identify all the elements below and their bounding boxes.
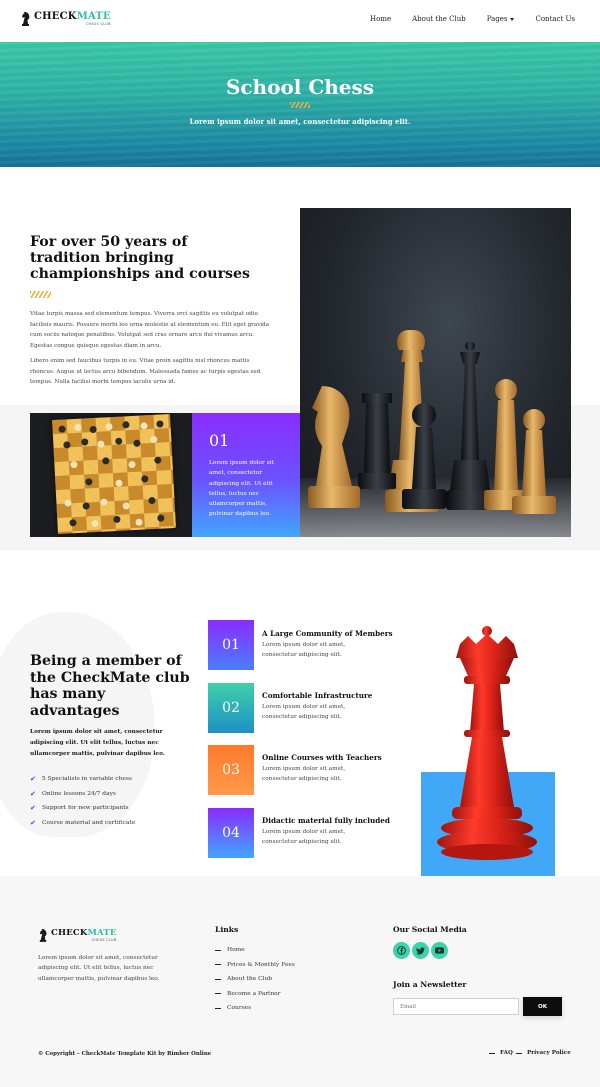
footer-logo-title-main: CHECK bbox=[51, 928, 88, 938]
feature-title: Didactic material fully included bbox=[262, 816, 390, 825]
tradition-paragraph-2: Libero enim sed faucibus turpis in eu. V… bbox=[30, 358, 261, 385]
check-icon: ✔ bbox=[30, 804, 36, 813]
checklist-item: ✔ Course material and certificate bbox=[30, 816, 135, 831]
chess-pieces-illustration bbox=[300, 330, 571, 537]
checklist-item-label: Online lessons 24/7 days bbox=[42, 790, 116, 797]
chessboard bbox=[52, 413, 176, 535]
nav-pages-label: Pages bbox=[486, 15, 508, 23]
chessboard-image bbox=[30, 413, 192, 537]
nav-pages[interactable]: Pages bbox=[487, 15, 515, 23]
feature-text: Lorem ipsum dolor sit amet, consectetur … bbox=[262, 766, 346, 783]
footer-link-faq[interactable]: FAQ bbox=[489, 1050, 513, 1056]
footer-links: Home Prices & Monthly Fees About the Clu… bbox=[215, 943, 295, 1016]
feature-text: Lorem ipsum dolor sit amet, consectetur … bbox=[262, 642, 346, 659]
knight-logo-icon bbox=[22, 11, 30, 26]
logo-title-main: CHECK bbox=[34, 10, 77, 22]
twitter-icon[interactable] bbox=[412, 942, 429, 959]
tradition-decoration-stripes bbox=[30, 291, 51, 298]
footer-links-heading: Links bbox=[215, 925, 239, 934]
check-icon: ✔ bbox=[30, 775, 36, 784]
footer-link-home[interactable]: Home bbox=[215, 943, 295, 958]
advantages-checklist: ✔ 5 Specialists in variable chess ✔ Online… bbox=[30, 772, 135, 830]
tradition-paragraph-1: Vitae turpis massa sed elementum tempus.… bbox=[30, 311, 270, 349]
footer-link-about[interactable]: About the Club bbox=[215, 972, 295, 987]
tradition-title: For over 50 years of tradition bringing … bbox=[30, 234, 251, 282]
feature-number-box: 03 bbox=[208, 745, 254, 795]
feature-text: Lorem ipsum dolor sit amet, consectetur … bbox=[262, 704, 346, 721]
footer-logo-title-accent: MATE bbox=[87, 928, 117, 938]
youtube-icon[interactable] bbox=[431, 942, 448, 959]
highlight-card-number: 01 bbox=[209, 431, 230, 450]
feature-number-box: 04 bbox=[208, 808, 254, 858]
footer-link-partner[interactable]: Become a Partner bbox=[215, 987, 295, 1002]
checklist-item-label: Support for new participants bbox=[42, 805, 129, 812]
nav-about-the-club[interactable]: About the Club bbox=[412, 15, 466, 23]
checklist-item: ✔ 5 Specialists in variable chess bbox=[30, 772, 135, 787]
checklist-item-label: 5 Specialists in variable chess bbox=[42, 776, 132, 783]
footer-about-text: Lorem ipsum dolor sit amet, consectetur … bbox=[38, 955, 160, 982]
feature-title: Online Courses with Teachers bbox=[262, 753, 382, 762]
check-icon: ✔ bbox=[30, 818, 36, 827]
site-header: CHECKMATE CHESS CLUB Home About the Club… bbox=[0, 0, 600, 42]
feature-title: Comfortable Infrastructure bbox=[262, 691, 373, 700]
footer-link-courses[interactable]: Courses bbox=[215, 1001, 295, 1016]
chess-pieces-image bbox=[300, 208, 571, 537]
footer-link-privacy[interactable]: Privacy Police bbox=[516, 1050, 571, 1056]
site-logo[interactable]: CHECKMATE CHESS CLUB bbox=[20, 11, 111, 27]
feature-number-box: 02 bbox=[208, 683, 254, 733]
hero-subtitle: Lorem ipsum dolor sit amet, consectetur … bbox=[189, 117, 411, 126]
checklist-item: ✔ Support for new participants bbox=[30, 801, 135, 816]
checklist-item: ✔ Online lessons 24/7 days bbox=[30, 787, 135, 802]
footer-link-prices[interactable]: Prices & Monthly Fees bbox=[215, 958, 295, 973]
facebook-icon[interactable] bbox=[393, 942, 410, 959]
nav-home[interactable]: Home bbox=[370, 15, 391, 23]
hero-banner: School Chess Lorem ipsum dolor sit amet,… bbox=[0, 42, 600, 167]
hero-decoration-stripes bbox=[290, 102, 310, 108]
hero-title: School Chess bbox=[225, 75, 375, 99]
main-nav: Home About the Club Pages Contact Us bbox=[349, 15, 575, 23]
nav-contact-us[interactable]: Contact Us bbox=[535, 15, 575, 23]
check-icon: ✔ bbox=[30, 789, 36, 798]
footer-social-heading: Our Social Media bbox=[393, 925, 467, 934]
advantages-title: Being a member of the CheckMate club has… bbox=[30, 653, 190, 719]
logo-title-accent: MATE bbox=[76, 10, 111, 22]
footer-logo-subtitle: CHESS CLUB bbox=[91, 937, 117, 942]
feature-number-box: 01 bbox=[208, 620, 254, 670]
newsletter-heading: Join a Newsletter bbox=[393, 980, 467, 989]
newsletter-email-input[interactable] bbox=[393, 998, 519, 1015]
advantages-lead: Lorem ipsum dolor sit amet, consectetur … bbox=[30, 729, 165, 757]
knight-logo-icon bbox=[39, 929, 47, 942]
chevron-down-icon bbox=[510, 17, 515, 21]
highlight-card-text: Lorem ipsum dolor sit amet, consectetur … bbox=[209, 460, 274, 518]
feature-text: Lorem ipsum dolor sit amet, consectetur … bbox=[262, 829, 346, 846]
feature-title: A Large Community of Members bbox=[262, 629, 393, 638]
newsletter-submit-button[interactable]: OK bbox=[523, 997, 562, 1016]
logo-subtitle: CHESS CLUB bbox=[85, 21, 111, 26]
footer-logo[interactable]: CHECKMATE CHESS CLUB bbox=[38, 928, 117, 943]
red-queen-image bbox=[437, 626, 537, 860]
checklist-item-label: Course material and certificate bbox=[42, 819, 136, 826]
copyright-text: © Copyright – CheckMate Template Kit by … bbox=[38, 1051, 212, 1057]
highlight-card: 01 Lorem ipsum dolor sit amet, consectet… bbox=[192, 413, 300, 537]
